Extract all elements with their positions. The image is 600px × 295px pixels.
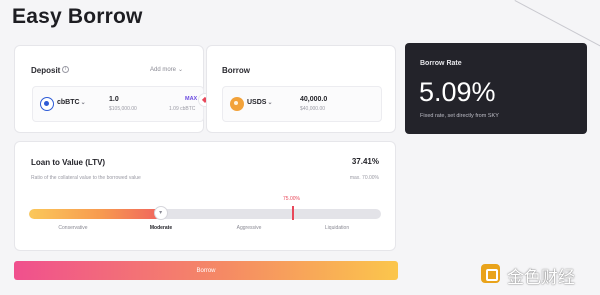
ltv-max: max. 70.00% xyxy=(349,175,379,181)
usds-token-icon xyxy=(230,97,244,111)
ltv-zone-label: Aggressive xyxy=(236,225,262,231)
borrow-amount-usd: $40,000.00 xyxy=(300,106,326,112)
borrow-amount-input[interactable]: 40,000.0 xyxy=(300,96,327,103)
borrow-label: Borrow xyxy=(222,66,250,75)
info-icon[interactable]: i xyxy=(62,66,69,73)
max-button[interactable]: MAX xyxy=(185,96,197,102)
ltv-slider-track[interactable] xyxy=(29,209,381,219)
liquidation-threshold-label: 75.00% xyxy=(283,196,300,202)
deposit-amount-input[interactable]: 1.0 xyxy=(109,96,119,103)
ltv-slider-fill xyxy=(29,209,161,219)
borrow-card: Borrow USDS⌄ 40,000.0 $40,000.00 xyxy=(206,45,396,133)
ltv-description: Ratio of the collateral value to the bor… xyxy=(31,175,141,181)
borrow-rate-value: 5.09% xyxy=(419,77,496,107)
deposit-token-selector[interactable]: cbBTC⌄ xyxy=(57,99,86,106)
ltv-zone-label: Conservative xyxy=(58,225,88,231)
chevron-down-icon: ⌄ xyxy=(80,100,86,106)
chevron-down-icon: ⌄ xyxy=(178,67,184,73)
decorative-line xyxy=(514,0,600,48)
borrow-token-name: USDS xyxy=(247,99,267,106)
ltv-title: Loan to Value (LTV) xyxy=(31,158,106,167)
deposit-amount-usd: $105,000.00 xyxy=(109,106,137,112)
liquidation-threshold-marker xyxy=(292,206,294,220)
borrow-button[interactable]: Borrow xyxy=(14,261,398,280)
watermark-logo-icon xyxy=(481,264,500,283)
borrow-token-selector[interactable]: USDS⌄ xyxy=(247,99,272,106)
borrow-asset-field: USDS⌄ 40,000.0 $40,000.00 xyxy=(222,86,382,122)
cbbtc-token-icon xyxy=(40,97,54,111)
deposit-balance: 1.09 cbBTC xyxy=(169,106,196,112)
ltv-zone-label: Moderate xyxy=(149,225,173,231)
watermark-text: 金色财经 xyxy=(507,268,575,288)
page-title: Easy Borrow xyxy=(12,5,143,28)
chevron-down-icon: ⌄ xyxy=(267,100,273,106)
ltv-card: Loan to Value (LTV) 37.41% Ratio of the … xyxy=(14,141,396,251)
ltv-zone-label: Liquidation xyxy=(324,225,350,231)
deposit-asset-field: cbBTC⌄ 1.0 $105,000.00 MAX 1.09 cbBTC xyxy=(32,86,204,122)
borrow-rate-description: Fixed rate, set directly from SKY xyxy=(420,113,499,119)
borrow-rate-title: Borrow Rate xyxy=(420,60,462,67)
deposit-card: Deposit i Add more ⌄ cbBTC⌄ 1.0 $105,000.… xyxy=(14,45,204,133)
slider-handle-icon[interactable]: ▾ xyxy=(153,206,168,220)
deposit-label: Deposit xyxy=(31,66,61,75)
add-more-button[interactable]: Add more ⌄ xyxy=(150,66,183,73)
borrow-rate-card: Borrow Rate 5.09% Fixed rate, set direct… xyxy=(405,43,587,134)
add-more-label: Add more xyxy=(150,67,177,73)
ltv-value: 37.41% xyxy=(351,157,379,166)
deposit-token-name: cbBTC xyxy=(57,99,80,106)
